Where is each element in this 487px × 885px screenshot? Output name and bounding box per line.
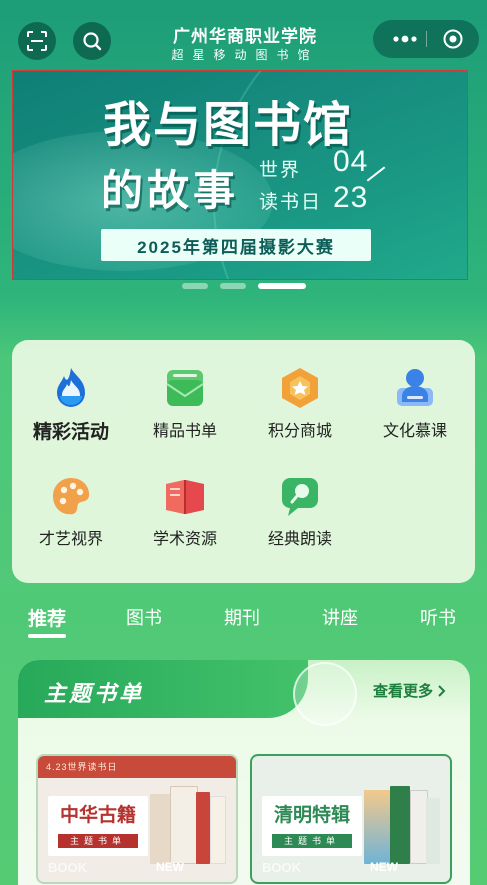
library-title: 广州华商职业学院 超星移动图书馆 [140, 27, 350, 63]
card-subtitle: 主题书单 [58, 834, 138, 848]
banner-contest-strip: 2025年第四届摄影大赛 [101, 229, 371, 261]
menu-label-activities: 精彩活动 [32, 422, 109, 443]
view-more-label: 查看更多 [373, 683, 434, 700]
card-subtitle: 主题书单 [272, 834, 352, 848]
banner-month: 04 [333, 145, 369, 178]
booklist-card[interactable]: 清明特辑 主题书单 BOOK NEW [250, 754, 452, 884]
scan-button[interactable] [18, 22, 56, 60]
banner-reading-day-text: 读书日 [259, 192, 323, 213]
feature-menu: 精彩活动 精品书单 积分商城 文化慕课 才艺视界 学术资源 经典朗读 [12, 340, 475, 583]
banner-headline-2: 的故事 [101, 166, 240, 215]
card-title: 清明特辑 [273, 804, 350, 826]
chevron-right-icon [438, 685, 446, 697]
tab-recommend[interactable]: 推荐 [28, 604, 66, 631]
tab-lectures[interactable]: 讲座 [322, 604, 358, 630]
menu-label-points-store: 积分商城 [267, 423, 332, 440]
menu-item-academic[interactable]: 学术资源 [130, 474, 240, 549]
promo-banner[interactable]: 我与图书馆 的故事 世界 读书日 04 23 2025年第四届摄影大赛 [12, 70, 468, 280]
decorative-bubble [293, 662, 357, 726]
theme-booklist-header: 主题书单 查看更多 [18, 660, 470, 726]
book-cover [364, 790, 390, 864]
library-subtitle: 超星移动图书馆 [171, 48, 319, 62]
card-top-band: 4.23世界读书日 [38, 756, 236, 778]
flame-icon [49, 366, 93, 410]
menu-label-mooc: 文化慕课 [382, 423, 447, 440]
academic-book-icon [163, 474, 207, 518]
close-mini-program-button[interactable] [433, 20, 473, 58]
capsule-divider [426, 31, 427, 47]
menu-label-academic: 学术资源 [152, 531, 217, 548]
tab-audiobooks[interactable]: 听书 [420, 604, 456, 630]
book-cover [150, 794, 172, 864]
tab-books[interactable]: 图书 [126, 604, 162, 630]
book-list-icon [163, 366, 207, 410]
mini-program-capsule [373, 20, 479, 58]
carousel-indicator [182, 283, 306, 289]
carousel-dot[interactable] [182, 283, 208, 289]
target-close-icon [443, 29, 463, 49]
scan-icon [27, 31, 47, 51]
card-new-badge: NEW [370, 860, 398, 874]
book-covers [364, 784, 444, 864]
top-bar: 广州华商职业学院 超星移动图书馆 [0, 0, 487, 70]
banner-day: 23 [333, 181, 369, 214]
menu-label-talent: 才艺视界 [38, 531, 103, 548]
banner-headline-1: 我与图书馆 [103, 97, 354, 153]
card-title: 中华古籍 [59, 804, 136, 826]
book-cover [210, 796, 226, 864]
reading-icon [278, 474, 322, 518]
book-cover [390, 786, 410, 864]
carousel-dot-active[interactable] [258, 283, 306, 289]
card-book-watermark: BOOK [48, 860, 87, 875]
more-dots-icon [393, 35, 417, 43]
menu-item-reading[interactable]: 经典朗读 [245, 474, 355, 549]
book-cover [426, 798, 440, 864]
menu-item-points-store[interactable]: 积分商城 [245, 366, 355, 441]
menu-label-booklist: 精品书单 [152, 423, 217, 440]
menu-label-reading: 经典朗读 [267, 531, 332, 548]
view-more-link[interactable]: 查看更多 [373, 680, 447, 701]
active-tab-indicator [28, 634, 66, 638]
search-icon [83, 32, 102, 51]
content-tabs: 推荐 图书 期刊 讲座 听书 [0, 604, 487, 638]
card-book-watermark: BOOK [262, 860, 301, 875]
menu-item-booklist[interactable]: 精品书单 [130, 366, 240, 441]
booklist-card[interactable]: 4.23世界读书日 中华古籍 主题书单 BOOK NEW [36, 754, 238, 884]
more-button[interactable] [385, 20, 425, 58]
book-covers [150, 784, 230, 864]
points-store-icon [278, 366, 322, 410]
book-cover [170, 786, 198, 864]
menu-item-activities[interactable]: 精彩活动 [16, 366, 126, 444]
search-button[interactable] [73, 22, 111, 60]
carousel-dot[interactable] [220, 283, 246, 289]
theme-booklist-section: 主题书单 查看更多 4.23世界读书日 中华古籍 主题书单 BOOK NEW 清… [18, 660, 470, 885]
book-cover [196, 792, 210, 864]
palette-icon [49, 474, 93, 518]
mooc-icon [393, 366, 437, 410]
card-new-badge: NEW [156, 860, 184, 874]
tab-journals[interactable]: 期刊 [224, 604, 260, 630]
school-name: 广州华商职业学院 [173, 27, 317, 46]
section-title: 主题书单 [44, 681, 145, 706]
menu-item-mooc[interactable]: 文化慕课 [360, 366, 470, 441]
card-top-text: 4.23世界读书日 [46, 762, 118, 772]
menu-item-talent[interactable]: 才艺视界 [16, 474, 126, 549]
banner-world-text: 世界 [259, 160, 302, 181]
